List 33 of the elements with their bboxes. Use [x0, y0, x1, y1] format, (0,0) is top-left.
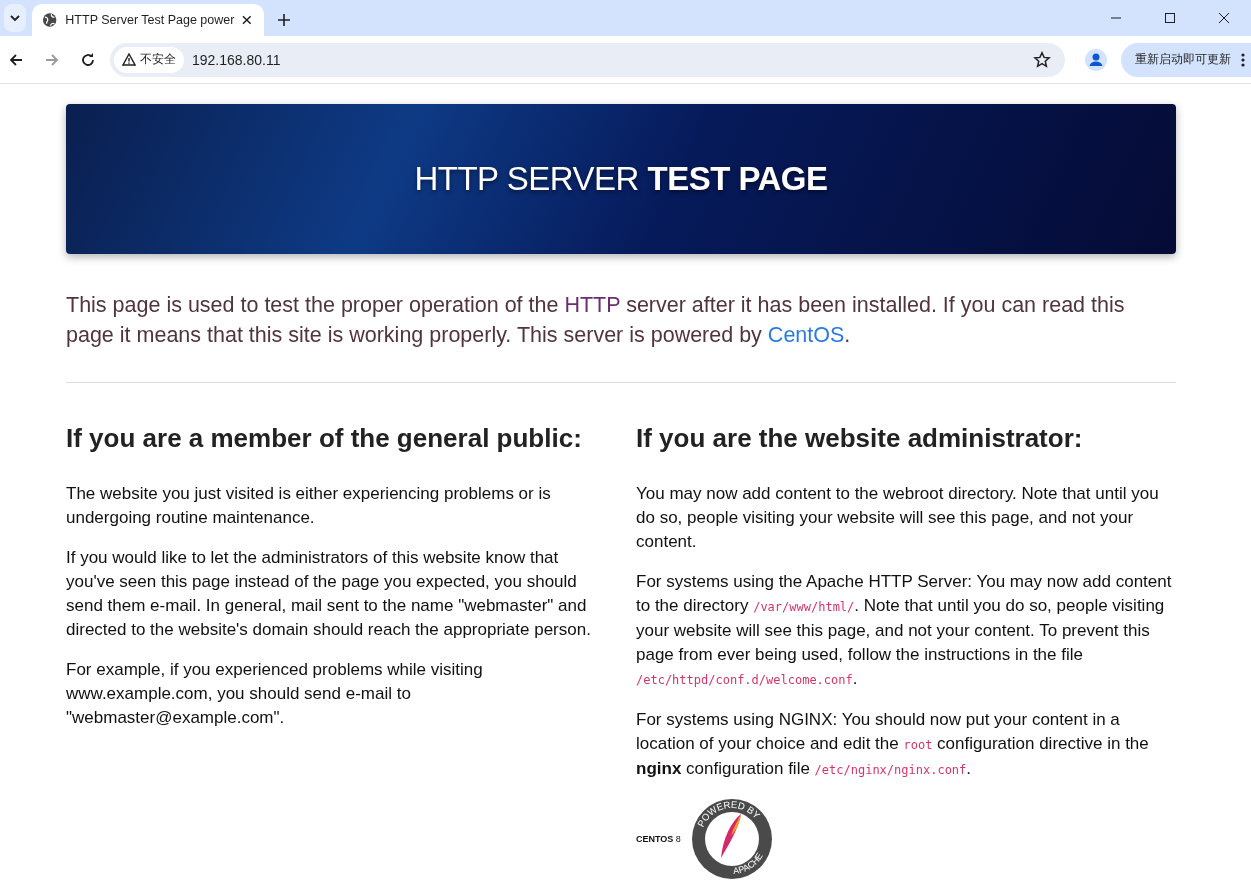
reload-icon[interactable] [80, 51, 96, 68]
section-heading: If you are the website administrator: [636, 423, 1084, 454]
paragraph: For systems using the Apache HTTP Server: You may now add content to the directory /var/www/html/. Note that until you do so, people visiting your website will see this page, and not your content. To prevent this page from ever being used, follow the instructions in the file /etc/httpd/conf.d/welcome.conf. [636, 571, 1173, 690]
banner-title: HTTP SERVER TEST PAGE [414, 160, 828, 198]
profile-icon[interactable] [1085, 48, 1107, 71]
address-bar[interactable]: 不安全 192.168.80.11 [110, 42, 1065, 77]
not-secure-chip[interactable]: 不安全 [114, 46, 184, 73]
close-icon[interactable] [1218, 12, 1230, 24]
url-text: 192.168.80.11 [192, 51, 282, 68]
tab-title: HTTP Server Test Page power [65, 13, 235, 27]
maximize-icon[interactable] [1164, 12, 1176, 24]
forward-icon[interactable] [44, 51, 60, 68]
back-icon[interactable] [8, 51, 24, 68]
close-icon[interactable] [242, 15, 252, 25]
bookmark-star-icon[interactable] [1033, 50, 1051, 69]
text-link[interactable]: CentOS [767, 323, 845, 347]
section-heading: If you are a member of the general public: [66, 423, 583, 454]
tab-list-button[interactable] [4, 4, 26, 32]
centos-logo: CENTOS 8 [636, 834, 681, 844]
globe-icon [42, 12, 58, 28]
update-button[interactable]: 重新启动即可更新 [1121, 42, 1251, 77]
paragraph: For example, if you experienced problems while visiting www.example.com, you should send e-mail to "webmaster@example.com". [66, 659, 484, 729]
paragraph: You may now add content to the webroot directory. Note that until you do so, people visiting your website will see this page, and not your content. [636, 483, 1160, 553]
more-icon [1241, 52, 1245, 67]
paragraph: If you would like to let the administrators of this website know that you've seen this page instead of the page you expected, you should send them e-mail. In general, mail sent to the name "webmaster" and directed to the website's domain should reach the appropriate person. [66, 547, 592, 641]
paragraph: For systems using NGINX: You should now put your content in a location of your choice and edit the root configuration directive in the nginx configuration file /etc/nginx/nginx.conf. [636, 709, 1150, 780]
warning-icon [122, 53, 136, 66]
chevron-down-icon [9, 12, 21, 24]
paragraph: The website you just visited is either experiencing problems or is undergoing routine maintenance. [66, 483, 552, 529]
intro-paragraph: This page is used to test the proper operation of the HTTP server after it has been installed. If you can read this page it means that this site is working properly. This server is powered by CentOS. [66, 292, 1126, 349]
new-tab-icon[interactable] [278, 14, 290, 26]
browser-tab[interactable]: HTTP Server Test Page power [32, 4, 264, 36]
text-link[interactable]: HTTP [564, 293, 621, 317]
